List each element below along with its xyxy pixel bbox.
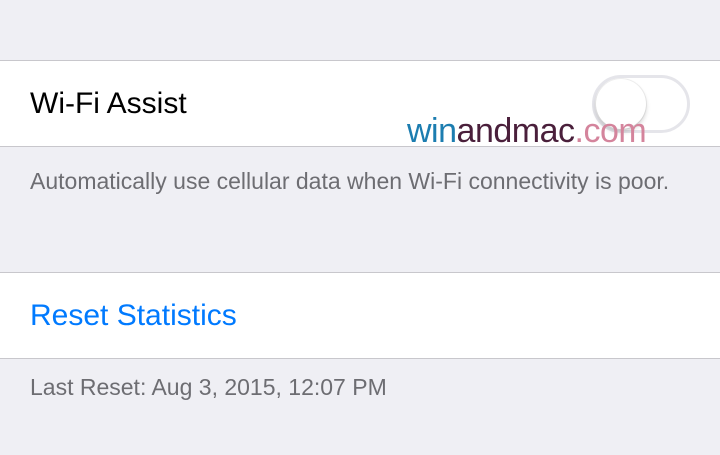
watermark-part-andmac: andmac (456, 112, 575, 150)
watermark-part-com: .com (574, 112, 647, 150)
reset-statistics-row[interactable]: Reset Statistics (0, 272, 720, 359)
watermark-logo: winandmac.com (407, 108, 647, 154)
last-reset-text: Last Reset: Aug 3, 2015, 12:07 PM (30, 374, 387, 400)
wifi-assist-description: Automatically use cellular data when Wi-… (30, 168, 670, 194)
watermark-part-win: win (407, 112, 457, 150)
wifi-assist-label: Wi-Fi Assist (30, 87, 187, 120)
reset-statistics-button[interactable]: Reset Statistics (30, 273, 237, 358)
